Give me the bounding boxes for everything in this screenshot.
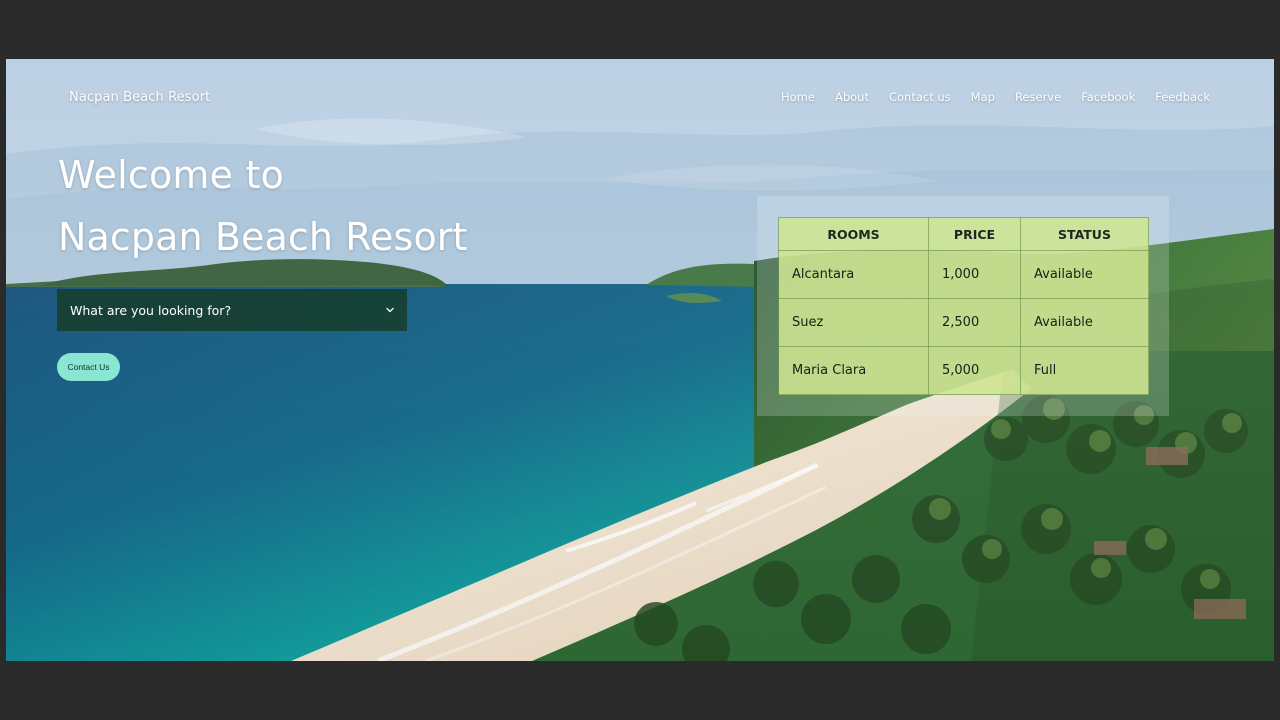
hero-welcome-line-1: Welcome to xyxy=(58,153,285,197)
nav-map-link[interactable]: Map xyxy=(971,90,995,104)
table-header-row: ROOMS PRICE STATUS xyxy=(778,217,1149,251)
nav-facebook-link[interactable]: Facebook xyxy=(1081,90,1135,104)
status-cell: Available xyxy=(1020,250,1149,299)
contact-us-button[interactable]: Contact Us xyxy=(57,353,120,381)
chevron-down-icon xyxy=(385,305,395,315)
nav-home-link[interactable]: Home xyxy=(781,90,815,104)
room-availability-table: ROOMS PRICE STATUS Alcantara 1,000 Avail… xyxy=(778,217,1149,395)
price-cell: 2,500 xyxy=(928,298,1021,347)
status-cell: Full xyxy=(1020,346,1149,395)
browser-viewport: Nacpan Beach Resort Home About Contact u… xyxy=(6,59,1274,661)
table-header-rooms: ROOMS xyxy=(778,217,929,251)
room-name-cell: Maria Clara xyxy=(778,346,929,395)
hero-resort-name: Nacpan Beach Resort xyxy=(58,215,468,259)
table-body: Alcantara 1,000 Available Suez 2,500 Ava… xyxy=(778,250,1149,395)
table-row: Maria Clara 5,000 Full xyxy=(778,346,1149,395)
price-cell: 1,000 xyxy=(928,250,1021,299)
nav-feedback-link[interactable]: Feedback xyxy=(1155,90,1210,104)
nav-reserve-link[interactable]: Reserve xyxy=(1015,90,1061,104)
status-cell: Available xyxy=(1020,298,1149,347)
table-header-status: STATUS xyxy=(1020,217,1149,251)
room-availability-card: ROOMS PRICE STATUS Alcantara 1,000 Avail… xyxy=(757,196,1169,416)
nav-contact-us-link[interactable]: Contact us xyxy=(889,90,951,104)
room-name-cell: Alcantara xyxy=(778,250,929,299)
search-select-value: What are you looking for? xyxy=(70,302,232,318)
table-row: Suez 2,500 Available xyxy=(778,298,1149,347)
price-cell: 5,000 xyxy=(928,346,1021,395)
nav-about-link[interactable]: About xyxy=(835,90,869,104)
table-row: Alcantara 1,000 Available xyxy=(778,250,1149,299)
site-title: Nacpan Beach Resort xyxy=(69,90,211,105)
table-header: ROOMS PRICE STATUS xyxy=(778,217,1149,251)
table-header-price: PRICE xyxy=(928,217,1021,251)
top-navigation: Home About Contact us Map Reserve Facebo… xyxy=(781,90,1210,104)
search-select[interactable]: What are you looking for? xyxy=(57,289,407,331)
room-name-cell: Suez xyxy=(778,298,929,347)
